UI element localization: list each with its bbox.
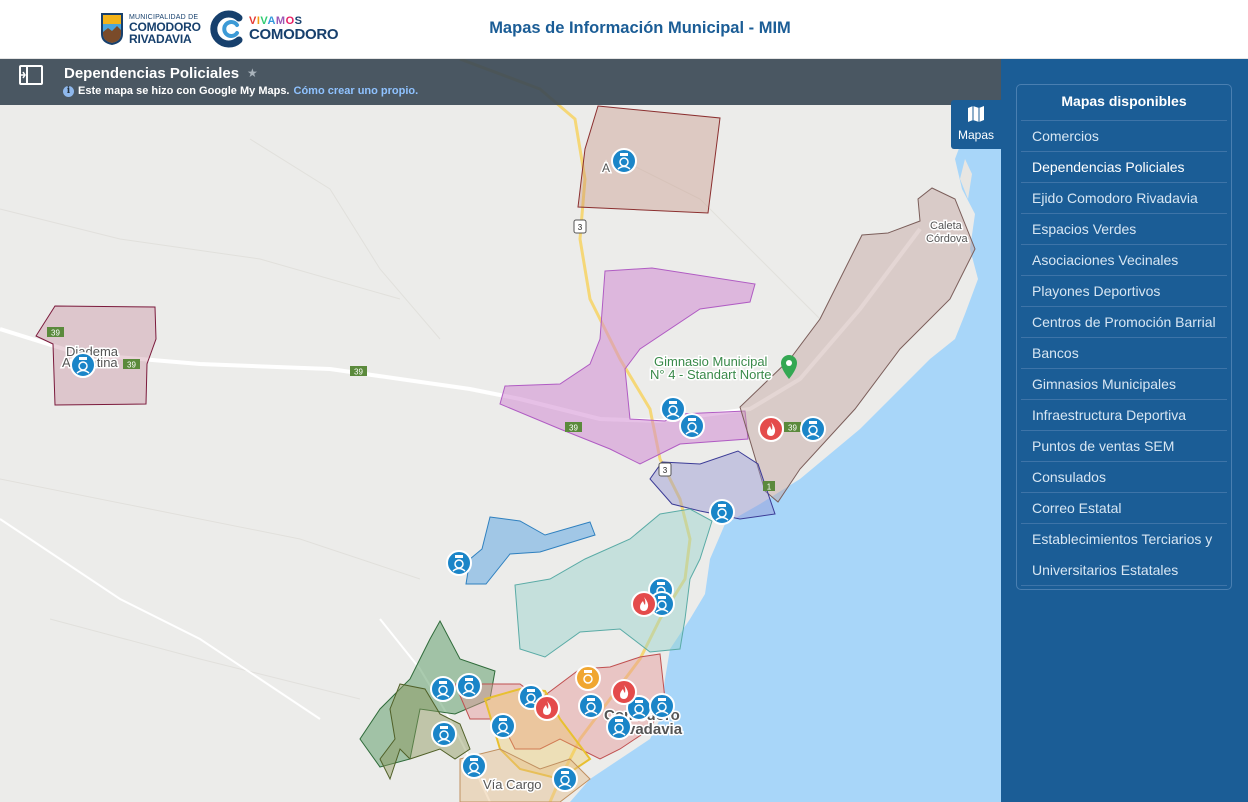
map-item-gimnasios[interactable]: Gimnasios Municipales	[1021, 369, 1227, 400]
svg-text:39: 39	[354, 368, 363, 377]
map-item-establecimientos[interactable]: Establecimientos Terciarios y Universita…	[1021, 524, 1227, 586]
svg-text:39: 39	[127, 361, 136, 370]
police-marker-icon[interactable]	[578, 693, 604, 719]
police-marker-icon[interactable]	[490, 713, 516, 739]
svg-text:39: 39	[569, 424, 578, 433]
label-gimnasio2: N° 4 - Standart Norte	[650, 367, 772, 382]
police-marker-icon[interactable]	[70, 352, 96, 378]
police-marker-icon[interactable]	[679, 413, 705, 439]
logo-muni-line2: RIVADAVIA	[129, 31, 192, 46]
police-marker-icon[interactable]	[430, 676, 456, 702]
map-canvas[interactable]: 39 39 39 39 39 1 3 3 Diadema Argentina C…	[0, 59, 1001, 802]
available-maps-list: Comercios Dependencias Policiales Ejido …	[1021, 121, 1227, 586]
police-marker-icon[interactable]	[552, 766, 578, 792]
fire-station-marker-icon[interactable]	[631, 591, 657, 617]
map-item-bancos[interactable]: Bancos	[1021, 338, 1227, 369]
police-marker-icon[interactable]	[456, 673, 482, 699]
police-marker-icon[interactable]	[660, 396, 686, 422]
vivamos-comodoro-logo[interactable]: VIVAMOS COMODORO	[210, 10, 339, 48]
shield-logo-icon	[101, 13, 123, 45]
map-item-puntos-sem[interactable]: Puntos de ventas SEM	[1021, 431, 1227, 462]
map-item-espacios-verdes[interactable]: Espacios Verdes	[1021, 214, 1227, 245]
municipality-logo[interactable]: MUNICIPALIDAD DE COMODORO RIVADAVIA	[100, 12, 201, 46]
svg-text:1: 1	[767, 483, 772, 492]
mapas-button-label: Mapas	[957, 128, 995, 142]
police-marker-icon[interactable]	[431, 721, 457, 747]
logo-muni-line1: COMODORO	[129, 19, 201, 34]
district-a[interactable]	[577, 105, 721, 214]
map-item-consulados[interactable]: Consulados	[1021, 462, 1227, 493]
map-item-centros-promocion[interactable]: Centros de Promoción Barrial	[1021, 307, 1227, 338]
create-map-link[interactable]: Cómo crear uno propio.	[294, 85, 419, 97]
map-item-playones-deportivos[interactable]: Playones Deportivos	[1021, 276, 1227, 307]
police-marker-icon[interactable]	[606, 714, 632, 740]
side-panel: Mapas disponibles Comercios Dependencias…	[1001, 59, 1248, 802]
police-marker-icon[interactable]	[461, 753, 487, 779]
fire-station-marker-icon[interactable]	[534, 695, 560, 721]
police-marker-icon[interactable]	[446, 550, 472, 576]
map-title: Dependencias Policiales	[64, 65, 240, 82]
police-marker-icon[interactable]	[649, 693, 675, 719]
star-icon[interactable]: ★	[247, 66, 258, 80]
header: MUNICIPALIDAD DE COMODORO RIVADAVIA VIVA…	[0, 0, 1248, 59]
police-marker-icon[interactable]	[709, 499, 735, 525]
side-panel-toggle-icon[interactable]	[18, 64, 44, 86]
map-icon	[968, 106, 984, 122]
map-item-ejido[interactable]: Ejido Comodoro Rivadavia	[1021, 183, 1227, 214]
mymaps-credit: i Este mapa se hizo con Google My Maps. …	[63, 85, 418, 97]
label-a: A	[602, 161, 610, 175]
police-marker-icon[interactable]	[800, 416, 826, 442]
orange-marker-icon[interactable]	[575, 665, 601, 691]
fire-station-marker-icon[interactable]	[758, 416, 784, 442]
logo-viv-line2: COMODORO	[249, 26, 339, 43]
mymaps-title-bar: Dependencias Policiales ★ i Este mapa se…	[0, 59, 1001, 105]
svg-text:3: 3	[578, 223, 583, 232]
c-logo-icon	[210, 10, 243, 48]
map-svg[interactable]: 39 39 39 39 39 1 3 3 Diadema Argentina C…	[0, 59, 1001, 802]
page-title: Mapas de Información Municipal - MIM	[489, 19, 791, 37]
available-maps-box: Mapas disponibles Comercios Dependencias…	[1016, 84, 1232, 590]
mapas-button[interactable]: Mapas	[951, 100, 1001, 149]
fire-station-marker-icon[interactable]	[611, 679, 637, 705]
map-item-asociaciones-vecinales[interactable]: Asociaciones Vecinales	[1021, 245, 1227, 276]
district-teal[interactable]	[514, 508, 713, 658]
available-maps-title: Mapas disponibles	[1021, 85, 1227, 121]
svg-text:39: 39	[51, 329, 60, 338]
svg-text:3: 3	[663, 466, 668, 475]
svg-text:39: 39	[788, 424, 797, 433]
map-item-dependencias-policiales[interactable]: Dependencias Policiales	[1021, 152, 1227, 183]
label-caleta: Caleta	[930, 220, 963, 232]
mymaps-credit-text: Este mapa se hizo con Google My Maps.	[78, 85, 290, 97]
info-icon: i	[63, 85, 74, 97]
map-item-comercios[interactable]: Comercios	[1021, 121, 1227, 152]
map-item-infraestructura[interactable]: Infraestructura Deportiva	[1021, 400, 1227, 431]
label-via-cargo: Vía Cargo	[483, 777, 542, 792]
map-item-correo[interactable]: Correo Estatal	[1021, 493, 1227, 524]
label-cordova: Córdova	[926, 233, 968, 245]
police-marker-icon[interactable]	[611, 148, 637, 174]
